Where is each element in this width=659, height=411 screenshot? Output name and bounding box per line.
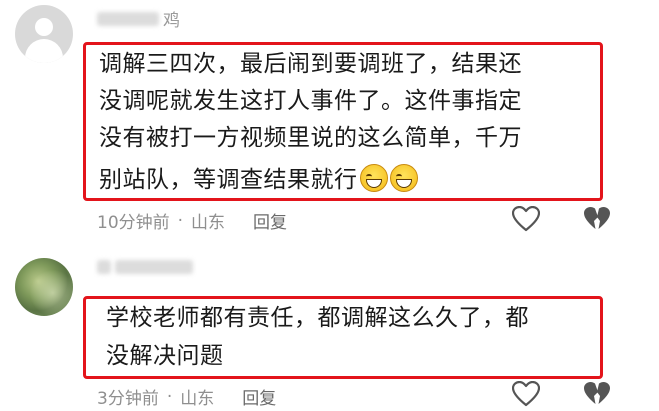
- dislike-broken-heart-icon[interactable]: [583, 381, 611, 407]
- like-heart-icon[interactable]: [512, 381, 540, 407]
- comment-text-line: 别站队，等调查结果就行: [99, 164, 418, 192]
- comment-time: 3分钟前: [97, 389, 159, 409]
- avatar[interactable]: [15, 258, 73, 316]
- blurred-username: [97, 260, 111, 274]
- blurred-username: [97, 11, 159, 26]
- comment-meta: 10分钟前 · 山东 回复: [97, 208, 287, 234]
- comment-text-line: 学校老师都有责任，都调解这么久了，都: [106, 305, 529, 331]
- comment-item: 鸡 调解三四次，最后闹到要调班了，结果还 没调呢就发生这打人事件了。这件事指定 …: [0, 0, 659, 250]
- blurred-username: [115, 260, 193, 274]
- dislike-broken-heart-icon[interactable]: [583, 206, 611, 232]
- reply-button[interactable]: 回复: [242, 384, 276, 409]
- comment-time: 10分钟前: [97, 213, 170, 233]
- avatar-head-shape: [35, 18, 53, 36]
- username-row[interactable]: 鸡: [97, 6, 181, 31]
- grinning-face-icon: [389, 164, 418, 192]
- avatar[interactable]: [15, 5, 73, 63]
- comment-text-line: 没有被打一方视频里说的这么简单，千万: [99, 125, 522, 151]
- comment-item: 学校老师都有责任，都调解这么久了，都 没解决问题 3分钟前 · 山东 回复: [0, 250, 659, 411]
- comment-text-line: 没调呢就发生这打人事件了。这件事指定: [99, 88, 522, 114]
- grinning-face-icon: [359, 164, 388, 192]
- comment-text-segment: 别站队，等调查结果就行: [99, 167, 358, 193]
- meta-separator: ·: [177, 210, 184, 231]
- username-row[interactable]: [97, 260, 197, 274]
- comment-meta: 3分钟前 · 山东 回复: [97, 384, 276, 410]
- comment-location: 山东: [191, 213, 226, 233]
- comment-location: 山东: [180, 389, 215, 409]
- avatar-shoulders-shape: [25, 39, 63, 63]
- reply-button[interactable]: 回复: [253, 208, 287, 233]
- username: 鸡: [163, 11, 181, 31]
- meta-separator: ·: [166, 386, 173, 407]
- avatar-blur: [15, 258, 73, 316]
- like-heart-icon[interactable]: [512, 206, 540, 232]
- comment-text-line: 调解三四次，最后闹到要调班了，结果还: [99, 51, 522, 77]
- comment-text-line: 没解决问题: [106, 343, 224, 369]
